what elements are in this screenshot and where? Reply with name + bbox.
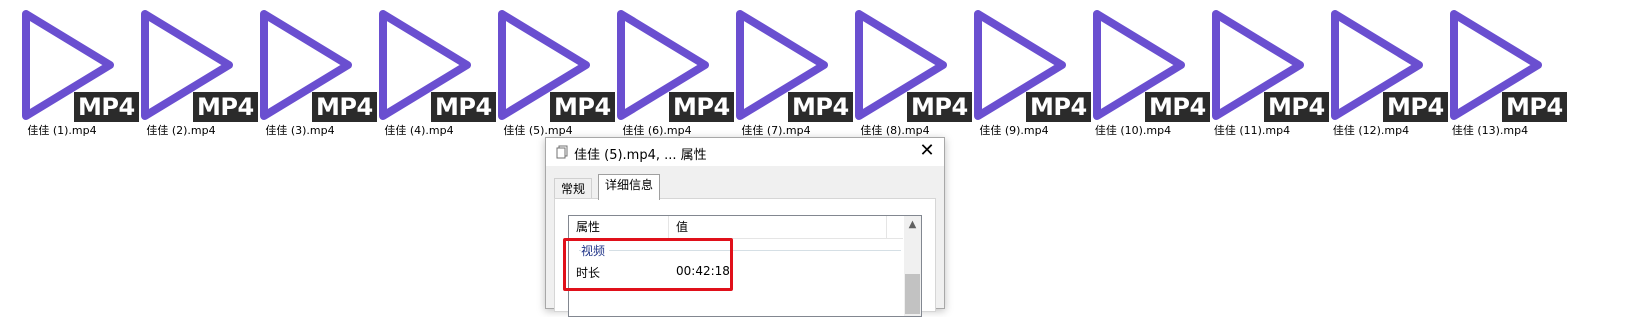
multiple-files-icon: [556, 145, 568, 159]
file-item[interactable]: MP4 佳佳 (9).mp4: [958, 8, 1091, 138]
red-highlight-box: [563, 238, 733, 291]
file-item[interactable]: MP4 佳佳 (7).mp4: [720, 8, 853, 138]
mp4-badge: MP4: [1502, 92, 1567, 122]
file-item[interactable]: MP4 佳佳 (5).mp4: [482, 8, 615, 138]
list-header: 属性 值: [569, 216, 903, 239]
file-item[interactable]: MP4 佳佳 (13).mp4: [1434, 8, 1567, 138]
column-header-value[interactable]: 值: [676, 216, 688, 238]
file-name: 佳佳 (11).mp4: [1213, 124, 1291, 137]
close-button[interactable]: ✕: [910, 138, 944, 166]
file-item[interactable]: MP4 佳佳 (10).mp4: [1077, 8, 1210, 138]
file-name: 佳佳 (13).mp4: [1451, 124, 1529, 137]
column-divider[interactable]: [886, 216, 887, 238]
vertical-scrollbar[interactable]: ▲: [904, 216, 921, 316]
file-item[interactable]: MP4 佳佳 (4).mp4: [363, 8, 496, 138]
file-name: 佳佳 (5).mp4: [503, 124, 573, 137]
file-item[interactable]: MP4 佳佳 (8).mp4: [839, 8, 972, 138]
file-item[interactable]: MP4 佳佳 (12).mp4: [1315, 8, 1448, 138]
file-item[interactable]: MP4 佳佳 (3).mp4: [244, 8, 377, 138]
file-name: 佳佳 (3).mp4: [265, 124, 335, 137]
tab-details[interactable]: 详细信息: [598, 174, 661, 200]
file-item[interactable]: MP4 佳佳 (6).mp4: [601, 8, 734, 138]
file-item[interactable]: MP4 佳佳 (11).mp4: [1196, 8, 1329, 138]
file-name: 佳佳 (7).mp4: [741, 124, 811, 137]
scroll-up-icon[interactable]: ▲: [904, 218, 921, 232]
dialog-titlebar[interactable]: 佳佳 (5).mp4, ... 属性 ✕: [546, 138, 944, 166]
close-icon: ✕: [919, 140, 935, 161]
tab-general[interactable]: 常规: [554, 178, 593, 199]
file-item[interactable]: MP4 佳佳 (1).mp4: [6, 8, 139, 138]
file-name: 佳佳 (9).mp4: [979, 124, 1049, 137]
file-name: 佳佳 (4).mp4: [384, 124, 454, 137]
scrollbar-thumb[interactable]: [905, 274, 920, 314]
file-name: 佳佳 (1).mp4: [27, 124, 97, 137]
file-name: 佳佳 (2).mp4: [146, 124, 216, 137]
file-name: 佳佳 (10).mp4: [1094, 124, 1172, 137]
file-name: 佳佳 (6).mp4: [622, 124, 692, 137]
dialog-title: 佳佳 (5).mp4, ... 属性: [574, 148, 707, 163]
file-name: 佳佳 (8).mp4: [860, 124, 930, 137]
column-header-property[interactable]: 属性: [576, 216, 600, 238]
file-item[interactable]: MP4 佳佳 (2).mp4: [125, 8, 258, 138]
column-divider[interactable]: [668, 216, 669, 238]
file-name: 佳佳 (12).mp4: [1332, 124, 1410, 137]
